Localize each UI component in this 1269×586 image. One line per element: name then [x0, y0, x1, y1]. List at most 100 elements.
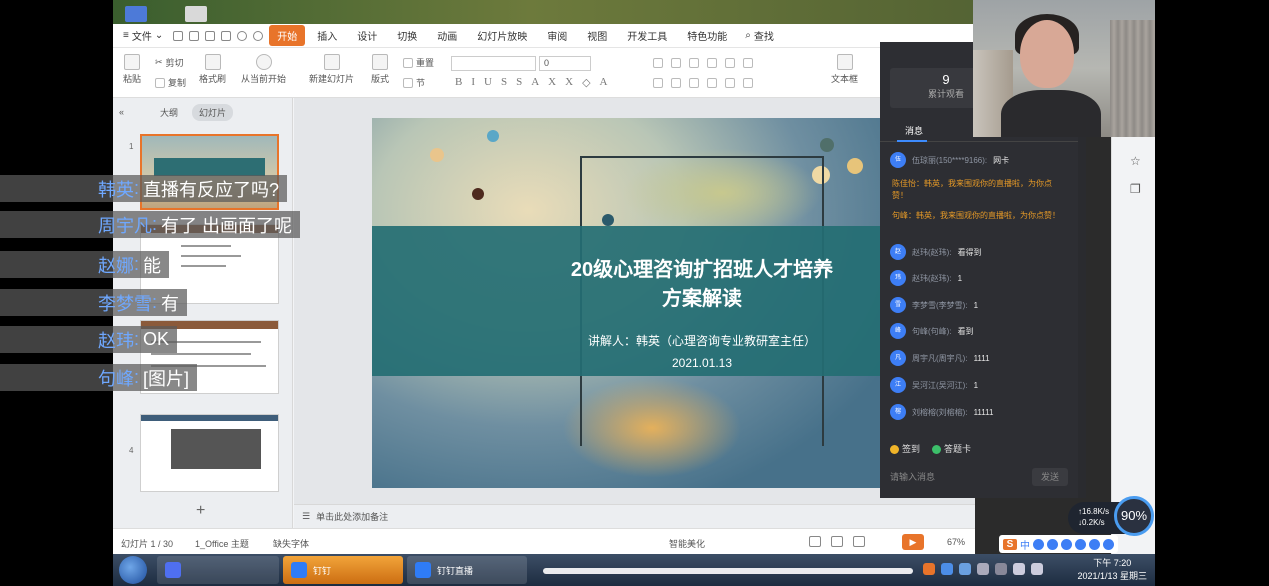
tab-view[interactable]: 视图: [579, 25, 615, 46]
subscript-icon[interactable]: X: [565, 76, 573, 89]
tab-slides[interactable]: 幻灯片: [192, 103, 234, 121]
tab-messages[interactable]: 消息: [896, 124, 928, 142]
desktop-shortcut-icon[interactable]: [125, 6, 147, 22]
undo-icon[interactable]: [237, 30, 248, 41]
keyboard-icon[interactable]: [1075, 538, 1086, 550]
shield-icon[interactable]: [941, 563, 953, 575]
sogou-tray-icon[interactable]: [923, 563, 935, 575]
line-spacing-icon[interactable]: [725, 58, 735, 68]
collapse-pane-icon[interactable]: «: [119, 107, 124, 117]
voice-icon[interactable]: [1061, 538, 1072, 550]
start-button[interactable]: [119, 556, 147, 584]
tab-design[interactable]: 设计: [349, 25, 385, 46]
copy-button[interactable]: 复制: [155, 76, 186, 89]
layout-button[interactable]: 版式: [371, 54, 389, 85]
chat-message: 伍 伍琼丽(150****9166): 网卡: [890, 152, 1009, 168]
normal-view-icon[interactable]: [809, 536, 821, 547]
new-slide-button[interactable]: 新建幻灯片: [309, 54, 354, 85]
preview-icon[interactable]: [221, 30, 232, 41]
tab-review[interactable]: 审阅: [539, 25, 575, 46]
superscript-icon[interactable]: X: [548, 76, 556, 89]
tab-insert[interactable]: 插入: [309, 25, 345, 46]
tab-home[interactable]: 开始: [269, 25, 306, 46]
taskbar-app-dingtalk[interactable]: 钉钉: [283, 556, 403, 584]
punctuation-icon[interactable]: [1033, 538, 1044, 550]
map-pin: [472, 188, 484, 200]
italic-icon[interactable]: I: [471, 76, 475, 89]
print-icon[interactable]: [205, 30, 216, 41]
send-button[interactable]: 发送: [1032, 468, 1068, 486]
columns-icon[interactable]: [743, 78, 753, 88]
tab-features[interactable]: 特色功能: [679, 25, 735, 46]
taskbar-clock[interactable]: 下午 7:20 2021/1/13 星期三: [1077, 557, 1147, 583]
tab-outline[interactable]: 大纲: [160, 106, 178, 119]
play-from-current-button[interactable]: 从当前开始: [241, 54, 286, 85]
underline-icon[interactable]: U: [484, 76, 492, 89]
bullets-icon[interactable]: [653, 58, 663, 68]
char-spacing-icon[interactable]: A: [531, 76, 539, 89]
pane-tabs: « 大纲 幻灯片: [113, 98, 292, 126]
font-family-select[interactable]: [451, 56, 536, 71]
taskbar-app-dingtalk-live[interactable]: 钉钉直播: [407, 556, 527, 584]
reset-button[interactable]: 重置: [403, 56, 434, 69]
shadow-icon[interactable]: S: [516, 76, 522, 89]
ime-language[interactable]: 中: [1020, 537, 1030, 552]
signin-button[interactable]: 签到: [890, 442, 920, 455]
tools-icon[interactable]: [1103, 538, 1114, 550]
align-center-icon[interactable]: [671, 78, 681, 88]
clone-icon[interactable]: ❐: [1130, 182, 1141, 196]
redo-icon[interactable]: [253, 30, 264, 41]
zoom-level[interactable]: 67%: [947, 537, 965, 547]
tab-animation[interactable]: 动画: [429, 25, 465, 46]
text-direction-icon[interactable]: [743, 58, 753, 68]
file-menu[interactable]: ≡ 文件 ⌄: [123, 28, 163, 43]
monitor-icon[interactable]: [977, 563, 989, 575]
current-slide[interactable]: 20级心理咨询扩招班人才培养 方案解读 讲解人：韩英（心理咨询专业教研室主任） …: [372, 118, 892, 488]
memory-gauge[interactable]: 90%: [1114, 496, 1154, 536]
textbox-button[interactable]: 文本框: [831, 54, 858, 85]
volume-icon[interactable]: [1013, 563, 1025, 575]
tab-transition[interactable]: 切换: [389, 25, 425, 46]
font-color-icon[interactable]: A: [600, 76, 608, 89]
indent-increase-icon[interactable]: [707, 58, 717, 68]
notes-pane[interactable]: ☰ 单击此处添加备注: [294, 504, 975, 528]
strikethrough-icon[interactable]: S: [501, 76, 507, 89]
font-size-select[interactable]: 0: [539, 56, 591, 71]
align-left-icon[interactable]: [653, 78, 663, 88]
align-right-icon[interactable]: [689, 78, 699, 88]
save-icon[interactable]: [173, 30, 184, 41]
pin-icon[interactable]: ☆: [1130, 154, 1141, 168]
section-button[interactable]: 节: [403, 76, 425, 89]
answer-card-button[interactable]: 答题卡: [932, 442, 971, 455]
clear-format-icon[interactable]: ◇: [582, 76, 590, 89]
signal-icon[interactable]: [1031, 563, 1043, 575]
security-icon[interactable]: [959, 563, 971, 575]
numbering-icon[interactable]: [671, 58, 681, 68]
beautify-button[interactable]: 智能美化: [669, 537, 705, 550]
export-icon[interactable]: [189, 30, 200, 41]
slide-sorter-icon[interactable]: [831, 536, 843, 547]
desktop-shortcut-icon[interactable]: [185, 6, 207, 22]
avatar: 玮: [890, 270, 906, 286]
skin-icon[interactable]: [1089, 538, 1100, 550]
network-icon[interactable]: [995, 563, 1007, 575]
emoji-icon[interactable]: [1047, 538, 1058, 550]
missing-font-button[interactable]: 缺失字体: [273, 537, 309, 550]
message-input[interactable]: 请输入消息: [890, 470, 935, 483]
format-painter-button[interactable]: 格式刷: [199, 54, 226, 85]
distribute-icon[interactable]: [725, 78, 735, 88]
justify-icon[interactable]: [707, 78, 717, 88]
slide-thumbnail-4[interactable]: [140, 414, 279, 492]
reading-view-icon[interactable]: [853, 536, 865, 547]
search-button[interactable]: ⌕ 查找: [745, 28, 774, 43]
tab-developer[interactable]: 开发工具: [619, 25, 675, 46]
paste-button[interactable]: 粘贴: [123, 54, 141, 85]
cut-button[interactable]: ✂ 剪切: [155, 56, 184, 69]
indent-decrease-icon[interactable]: [689, 58, 699, 68]
ime-toolbar[interactable]: S 中: [999, 535, 1118, 553]
bold-icon[interactable]: B: [455, 76, 462, 89]
taskbar-app-wps[interactable]: [157, 556, 279, 584]
tab-slideshow[interactable]: 幻灯片放映: [469, 25, 535, 46]
slideshow-play-button[interactable]: ▶: [902, 534, 924, 550]
add-slide-button[interactable]: +: [196, 502, 205, 520]
